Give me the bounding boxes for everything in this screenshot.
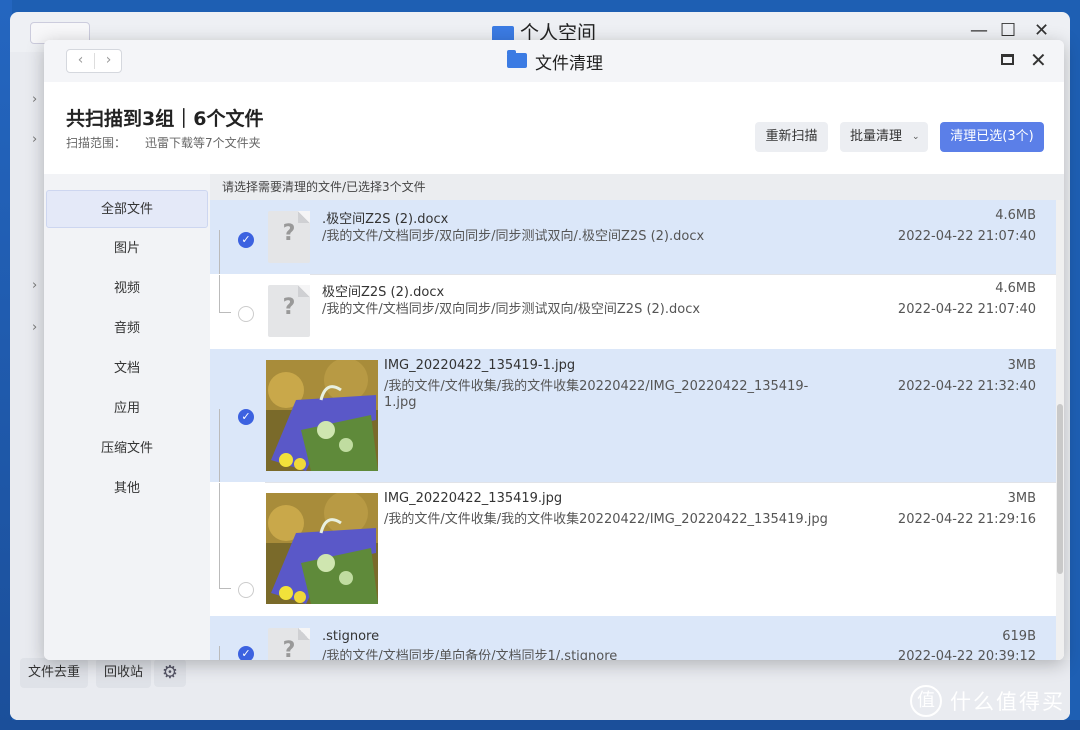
scrollbar-thumb[interactable] bbox=[1057, 404, 1063, 574]
file-size: 3MB bbox=[1007, 491, 1036, 506]
chevron-right-icon[interactable]: › bbox=[32, 320, 37, 335]
file-date: 2022-04-22 21:29:16 bbox=[897, 512, 1036, 527]
sidebar-item-audio[interactable]: 音频 bbox=[46, 310, 208, 348]
checkbox-unchecked[interactable] bbox=[238, 306, 254, 322]
forward-arrow-icon[interactable]: › bbox=[95, 52, 122, 68]
maximize-icon[interactable]: ☐ bbox=[1000, 20, 1016, 41]
file-size: 619B bbox=[1002, 629, 1036, 644]
sidebar-item-other[interactable]: 其他 bbox=[46, 470, 208, 508]
file-path: /我的文件/文档同步/单向备份/文档同步1/.stignore bbox=[322, 649, 618, 660]
scan-scope-label: 扫描范围： bbox=[66, 136, 127, 150]
chevron-right-icon[interactable]: › bbox=[32, 132, 37, 147]
document-icon: ? bbox=[268, 285, 310, 337]
sidebar-item-archives[interactable]: 压缩文件 bbox=[46, 430, 208, 468]
close-icon[interactable]: ✕ bbox=[1030, 48, 1047, 72]
file-list: 请选择需要清理的文件/已选择3个文件 ✓ ? .极空间Z2S (2).docx … bbox=[210, 174, 1064, 660]
gear-icon[interactable]: ⚙ bbox=[154, 659, 186, 687]
file-row[interactable]: IMG_20220422_135419.jpg /我的文件/文件收集/我的文件收… bbox=[210, 483, 1056, 616]
image-thumbnail bbox=[266, 493, 378, 604]
chevron-right-icon[interactable]: › bbox=[32, 92, 37, 107]
recycle-bin-button[interactable]: 回收站 bbox=[96, 658, 152, 688]
image-thumbnail bbox=[266, 360, 378, 471]
history-nav: ‹ › bbox=[66, 49, 122, 73]
selection-hint: 请选择需要清理的文件/已选择3个文件 bbox=[210, 174, 1064, 200]
document-icon: ? bbox=[268, 628, 310, 660]
file-date: 2022-04-22 21:07:40 bbox=[897, 229, 1036, 244]
back-arrow-icon[interactable]: ‹ bbox=[67, 52, 94, 68]
scan-summary: 共扫描到3组｜6个文件 bbox=[66, 108, 264, 130]
clean-selected-button[interactable]: 清理已选(3个) bbox=[940, 122, 1044, 152]
dialog-titlebar: ‹ › 文件清理 ✕ bbox=[44, 40, 1064, 82]
checkbox-checked[interactable]: ✓ bbox=[238, 646, 254, 660]
file-size: 4.6MB bbox=[995, 208, 1036, 223]
file-path: /我的文件/文件收集/我的文件收集20220422/IMG_20220422_1… bbox=[384, 512, 828, 527]
file-size: 3MB bbox=[1007, 358, 1036, 373]
file-size: 4.6MB bbox=[995, 281, 1036, 296]
maximize-icon[interactable] bbox=[1001, 54, 1014, 65]
checkbox-unchecked[interactable] bbox=[238, 582, 254, 598]
sidebar-item-videos[interactable]: 视频 bbox=[46, 270, 208, 308]
file-name: 极空间Z2S (2).docx bbox=[322, 285, 445, 300]
file-row[interactable]: ✓ IMG_20220422_135419-1.jpg /我的文件/文件收集/我… bbox=[210, 349, 1056, 482]
sidebar-item-documents[interactable]: 文档 bbox=[46, 350, 208, 388]
checkbox-checked[interactable]: ✓ bbox=[238, 232, 254, 248]
category-sidebar: 全部文件 图片 视频 音频 文档 应用 压缩文件 其他 bbox=[44, 174, 210, 660]
file-path: /我的文件/文件收集/我的文件收集20220422/IMG_20220422_1… bbox=[384, 379, 809, 410]
file-row[interactable]: ? 极空间Z2S (2).docx /我的文件/文档同步/双向同步/同步测试双向… bbox=[210, 275, 1056, 349]
file-name: IMG_20220422_135419-1.jpg bbox=[384, 358, 576, 373]
rescan-button[interactable]: 重新扫描 bbox=[755, 122, 828, 152]
file-name: .stignore bbox=[322, 629, 380, 644]
chevron-right-icon[interactable]: › bbox=[32, 278, 37, 293]
file-date: 2022-04-22 20:39:12 bbox=[897, 649, 1036, 660]
file-date: 2022-04-22 21:32:40 bbox=[897, 379, 1036, 394]
minimize-icon[interactable]: — bbox=[970, 20, 988, 41]
folder-icon bbox=[507, 50, 527, 68]
dedupe-button[interactable]: 文件去重 bbox=[20, 658, 89, 688]
desktop-strip bbox=[0, 720, 1080, 730]
batch-clean-label: 批量清理 bbox=[850, 129, 903, 144]
checkbox-checked[interactable]: ✓ bbox=[238, 409, 254, 425]
chevron-down-icon: ⌄ bbox=[912, 132, 920, 142]
watermark-logo-icon: 值 bbox=[910, 685, 942, 717]
watermark-text: 什么值得买 bbox=[950, 690, 1065, 714]
sidebar-item-all[interactable]: 全部文件 bbox=[46, 190, 208, 228]
close-icon[interactable]: ✕ bbox=[1034, 20, 1049, 41]
sidebar-item-images[interactable]: 图片 bbox=[46, 230, 208, 268]
dialog-title: 文件清理 bbox=[535, 54, 603, 74]
file-name: .极空间Z2S (2).docx bbox=[322, 212, 449, 227]
file-path: /我的文件/文档同步/双向同步/同步测试双向/.极空间Z2S (2).docx bbox=[322, 229, 705, 244]
batch-clean-dropdown[interactable]: 批量清理 ⌄ bbox=[840, 122, 928, 152]
file-date: 2022-04-22 21:07:40 bbox=[897, 302, 1036, 317]
file-row[interactable]: ✓ ? .极空间Z2S (2).docx /我的文件/文档同步/双向同步/同步测… bbox=[210, 200, 1056, 274]
sidebar-item-apps[interactable]: 应用 bbox=[46, 390, 208, 428]
file-path: /我的文件/文档同步/双向同步/同步测试双向/极空间Z2S (2).docx bbox=[322, 302, 701, 317]
scan-scope-value: 迅雷下载等7个文件夹 bbox=[145, 136, 261, 150]
document-icon: ? bbox=[268, 211, 310, 263]
file-cleanup-dialog: ‹ › 文件清理 ✕ 共扫描到3组｜6个文件 扫描范围： 迅雷下载等7个文件夹 … bbox=[44, 40, 1064, 660]
file-name: IMG_20220422_135419.jpg bbox=[384, 491, 563, 506]
file-row[interactable]: ✓ ? .stignore /我的文件/文档同步/单向备份/文档同步1/.sti… bbox=[210, 616, 1056, 660]
